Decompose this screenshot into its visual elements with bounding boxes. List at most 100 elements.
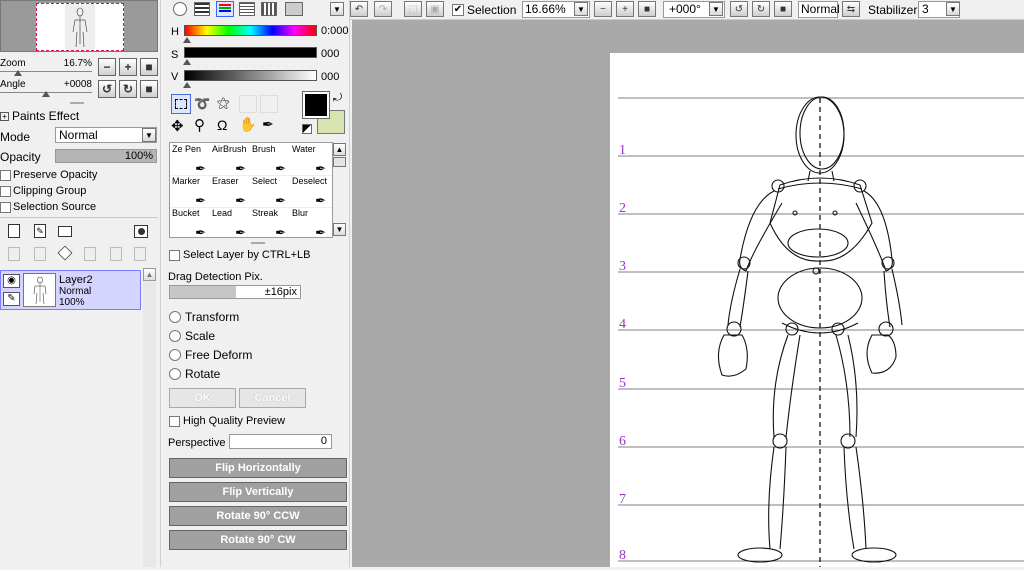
tool-deselect[interactable]: Deselect ✒ bbox=[292, 176, 332, 208]
tool-marker[interactable]: Marker ✒ bbox=[172, 176, 212, 208]
panel-grip[interactable] bbox=[251, 242, 265, 244]
rect-select-tool[interactable] bbox=[171, 94, 191, 114]
radio-button[interactable] bbox=[169, 367, 181, 380]
rotate-cw-button[interactable]: Rotate 90° CW bbox=[169, 530, 347, 550]
selection-source-row[interactable]: Selection Source bbox=[0, 201, 96, 213]
rotate-reset-button[interactable]: ■ bbox=[140, 80, 158, 98]
hsv-slider-icon[interactable] bbox=[216, 1, 234, 17]
flatten-icon[interactable] bbox=[134, 247, 146, 261]
transform-option-transform[interactable]: Transform bbox=[169, 307, 252, 326]
tool-eraser[interactable]: Eraser ✒ bbox=[212, 176, 252, 208]
selection-source-checkbox[interactable] bbox=[0, 201, 11, 213]
preserve-opacity-row[interactable]: Preserve Opacity bbox=[0, 169, 97, 181]
tool-bucket[interactable]: Bucket ✒ bbox=[172, 208, 212, 240]
cancel-button[interactable]: Cancel bbox=[239, 388, 306, 408]
redo-button[interactable]: ↷ bbox=[374, 1, 392, 17]
mode-dropdown-arrow[interactable]: ▼ bbox=[142, 128, 156, 142]
toolbar-rotate-reset-button[interactable]: ■ bbox=[774, 1, 792, 17]
tool-airbrush[interactable]: AirBrush ✒ bbox=[212, 144, 252, 176]
visibility-eye-icon[interactable]: ◉ bbox=[3, 274, 20, 288]
opacity-slider[interactable]: 100% bbox=[55, 149, 157, 163]
tool-water[interactable]: Water ✒ bbox=[292, 144, 332, 176]
hq-preview-checkbox[interactable] bbox=[169, 415, 180, 427]
undo-button[interactable]: ↶ bbox=[350, 1, 368, 17]
selection-checkbox[interactable]: ✔ bbox=[452, 4, 464, 16]
color-panel-dropdown-arrow[interactable]: ▼ bbox=[330, 2, 344, 16]
rotate-right-button[interactable]: ↻ bbox=[119, 80, 137, 98]
drag-detection-slider[interactable]: ±16pix bbox=[169, 285, 301, 299]
tool-lead[interactable]: Lead ✒ bbox=[212, 208, 252, 240]
saturation-slider[interactable] bbox=[184, 47, 317, 58]
toolbar-zoom-reset-button[interactable]: ■ bbox=[638, 1, 656, 17]
rotate-tool-icon[interactable]: Ω bbox=[217, 117, 227, 133]
eyedropper-icon[interactable]: ✒ bbox=[262, 116, 274, 133]
hq-preview-row[interactable]: High Quality Preview bbox=[169, 415, 285, 427]
ok-button[interactable]: OK bbox=[169, 388, 236, 408]
transfer-down-icon[interactable] bbox=[8, 247, 20, 261]
merge-down-icon[interactable] bbox=[34, 247, 46, 261]
invert-selection-button[interactable]: ▣ bbox=[426, 1, 444, 17]
swatches-icon[interactable] bbox=[261, 2, 277, 16]
hue-slider[interactable] bbox=[184, 25, 317, 36]
zoom-reset-button[interactable]: ■ bbox=[140, 58, 158, 76]
paints-effect-header[interactable]: + Paints Effect bbox=[0, 109, 79, 123]
layer-scroll-up-arrow[interactable]: ▲ bbox=[143, 268, 156, 281]
select-layer-row[interactable]: Select Layer by CTRL+LB bbox=[169, 249, 310, 261]
tool-scroll-up-arrow[interactable]: ▲ bbox=[333, 143, 346, 156]
radio-button[interactable] bbox=[169, 348, 181, 361]
select-layer-checkbox[interactable] bbox=[169, 249, 180, 261]
saturation-slider-thumb[interactable] bbox=[183, 59, 191, 65]
merge-visible-icon[interactable] bbox=[110, 247, 122, 261]
radio-button[interactable] bbox=[169, 310, 181, 323]
tool-ze-pen[interactable]: Ze Pen ✒ bbox=[172, 144, 212, 176]
toolbar-zoom-in-button[interactable]: + bbox=[616, 1, 634, 17]
color-wheel-icon[interactable] bbox=[173, 2, 187, 16]
layer-scrollbar[interactable] bbox=[143, 282, 156, 567]
reset-colors-icon[interactable] bbox=[302, 124, 312, 134]
navigator[interactable] bbox=[0, 0, 158, 52]
tool-streak[interactable]: Streak ✒ bbox=[252, 208, 292, 240]
flip-view-button[interactable]: ⇆ bbox=[842, 1, 860, 17]
layer-brush-icon[interactable]: ✎ bbox=[3, 292, 20, 306]
toolbar-zoom-out-button[interactable]: − bbox=[594, 1, 612, 17]
value-slider[interactable] bbox=[184, 70, 317, 81]
zoom-tool-icon[interactable]: ⚲ bbox=[194, 116, 205, 134]
swap-colors-icon[interactable]: ⤾ bbox=[333, 92, 342, 105]
new-linework-layer-icon[interactable]: ✎ bbox=[34, 224, 46, 238]
preserve-opacity-checkbox[interactable] bbox=[0, 169, 11, 181]
transform-option-rotate[interactable]: Rotate bbox=[169, 364, 252, 383]
perspective-field[interactable]: 0 bbox=[229, 434, 332, 449]
angle-slider-thumb[interactable] bbox=[42, 91, 50, 97]
blend-mode-field[interactable]: Normal bbox=[798, 1, 840, 18]
panel-grip[interactable] bbox=[70, 102, 84, 104]
canvas-paper[interactable]: 1 2 3 4 5 6 7 8 bbox=[610, 53, 1024, 567]
rotate-left-button[interactable]: ↺ bbox=[98, 80, 116, 98]
radio-button[interactable] bbox=[169, 329, 181, 342]
delete-layer-icon[interactable] bbox=[84, 247, 96, 261]
transform-option-free-deform[interactable]: Free Deform bbox=[169, 345, 252, 364]
rgb-slider-icon[interactable] bbox=[194, 2, 210, 16]
zoom-slider-thumb[interactable] bbox=[14, 70, 22, 76]
navigator-preview[interactable] bbox=[36, 3, 124, 51]
toolbar-rotate-left-button[interactable]: ↺ bbox=[730, 1, 748, 17]
tool-scroll-down-arrow[interactable]: ▼ bbox=[333, 223, 346, 236]
layer-mask-icon[interactable] bbox=[134, 225, 148, 238]
move-icon[interactable]: ✥ bbox=[171, 117, 184, 135]
tool-brush[interactable]: Brush ✒ bbox=[252, 144, 292, 176]
zoom-out-button[interactable]: − bbox=[98, 58, 116, 76]
deselect-button[interactable]: ⬚ bbox=[404, 1, 422, 17]
primary-color-swatch[interactable] bbox=[302, 91, 330, 119]
selection-toggle[interactable]: ✔ Selection bbox=[452, 3, 516, 17]
new-folder-icon[interactable] bbox=[58, 226, 72, 237]
flip-vertically-button[interactable]: Flip Vertically bbox=[169, 482, 347, 502]
toolbar-rotate-right-button[interactable]: ↻ bbox=[752, 1, 770, 17]
hand-icon[interactable]: ✋ bbox=[239, 116, 256, 133]
zoom-dropdown-arrow[interactable]: ▼ bbox=[574, 2, 588, 16]
tool-scroll-thumb[interactable] bbox=[333, 157, 346, 167]
rotate-ccw-button[interactable]: Rotate 90° CCW bbox=[169, 506, 347, 526]
hue-slider-thumb[interactable] bbox=[183, 37, 191, 43]
new-layer-icon[interactable] bbox=[8, 224, 20, 238]
transform-option-scale[interactable]: Scale bbox=[169, 326, 252, 345]
scratchpad-icon[interactable] bbox=[285, 2, 303, 16]
layer-row[interactable]: ◉ ✎ Layer2 Normal 100% bbox=[0, 270, 141, 310]
